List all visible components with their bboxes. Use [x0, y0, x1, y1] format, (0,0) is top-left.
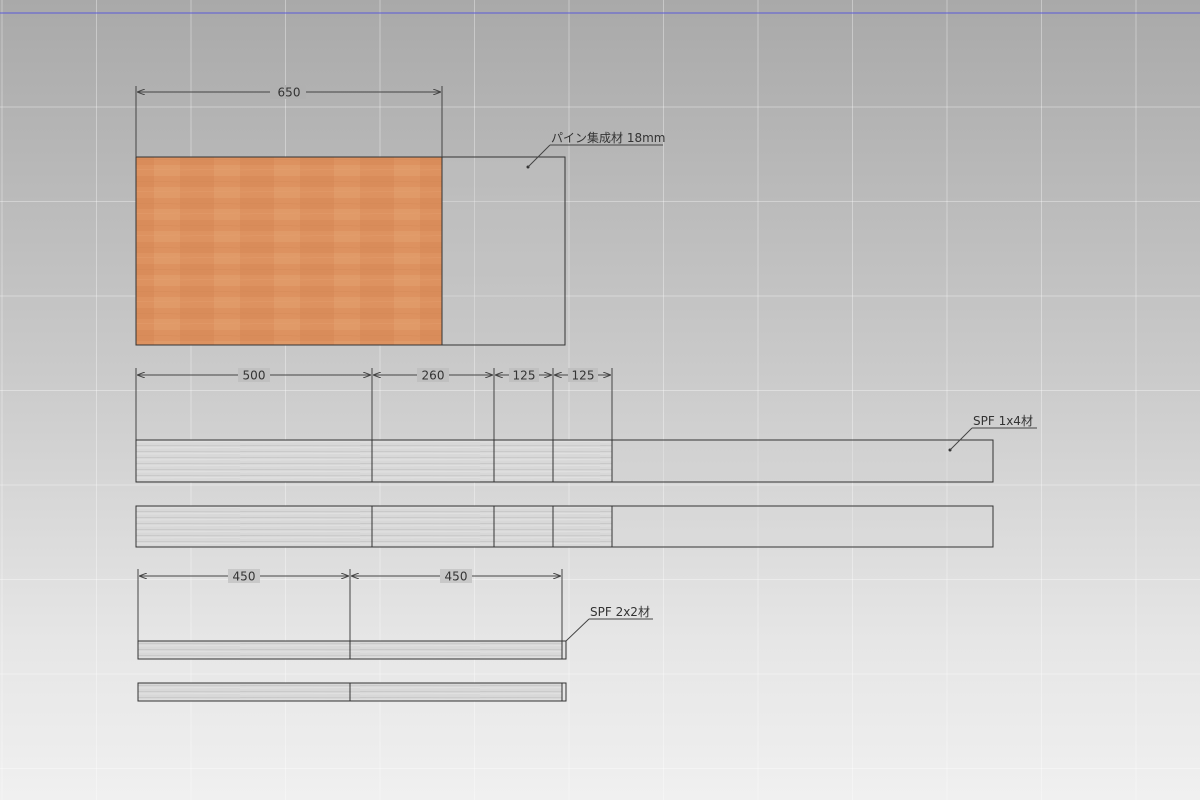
board-1x4-group: 500 260 125 125 SPF 1x4材: [135, 368, 1037, 548]
board-2x2-dimension: 450: [233, 570, 256, 584]
board-1x4-dimension: 125: [513, 369, 536, 383]
board-2x2-cut-piece[interactable]: [349, 682, 563, 702]
board-1x4-cut-piece[interactable]: [493, 439, 554, 483]
board-2x2-group: 450 450 SPF 2x2材: [137, 569, 653, 702]
board-1x4-cut-piece[interactable]: [371, 439, 495, 483]
board-1x4-dimension: 125: [572, 369, 595, 383]
panel-cut-piece[interactable]: [135, 156, 443, 346]
cutting-diagram-canvas: 650 パイン集成材 18mm 500 260 125 125 SPF 1x4材…: [0, 0, 1200, 800]
panel-dimension-650: 650: [278, 86, 301, 100]
board-2x2-material-label: SPF 2x2材: [590, 605, 650, 619]
board-1x4-dimension: 500: [243, 369, 266, 383]
panel-material-label: パイン集成材 18mm: [551, 130, 665, 145]
board-2x2-cut-piece[interactable]: [137, 682, 351, 702]
board-2x2-dimension: 450: [445, 570, 468, 584]
panel-group: 650 パイン集成材 18mm: [135, 85, 665, 346]
board-1x4-cut-piece[interactable]: [552, 439, 613, 483]
board-1x4-material-label: SPF 1x4材: [973, 414, 1033, 428]
board-2x2-cut-piece[interactable]: [349, 640, 563, 660]
background-grid: [0, 0, 1200, 800]
board-1x4-cut-piece[interactable]: [135, 439, 373, 483]
board-1x4-cut-piece[interactable]: [493, 505, 554, 548]
board-1x4-cut-piece[interactable]: [135, 505, 373, 548]
board-1x4-cut-piece[interactable]: [552, 505, 613, 548]
board-2x2-cut-piece[interactable]: [137, 640, 351, 660]
board-1x4-dimension: 260: [422, 369, 445, 383]
board-1x4-cut-piece[interactable]: [371, 505, 495, 548]
